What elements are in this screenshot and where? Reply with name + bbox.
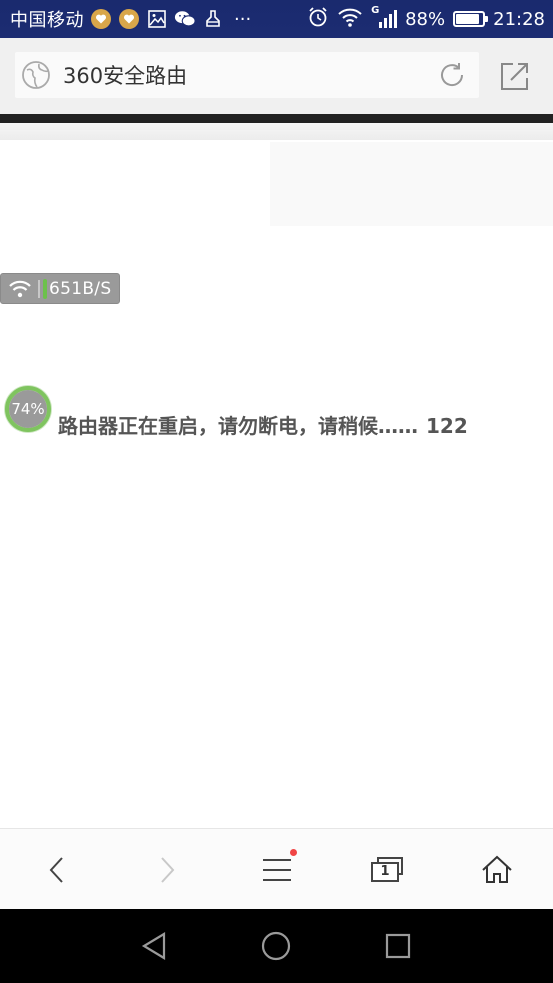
home-icon — [482, 855, 512, 883]
signal-icon: G — [371, 5, 398, 31]
square-recents-icon — [385, 933, 411, 959]
network-type-label: G — [371, 5, 380, 16]
nav-back-button[interactable] — [124, 909, 184, 983]
share-icon[interactable] — [499, 60, 531, 92]
tabs-button[interactable]: 1 — [357, 829, 417, 910]
status-bar: 中国移动 ··· G 88% 21:28 — [0, 0, 553, 38]
home-button[interactable] — [467, 829, 527, 910]
menu-icon — [263, 858, 291, 881]
reboot-countdown: 122 — [426, 414, 468, 438]
heart-badge-icon — [90, 8, 112, 30]
speed-value: 651B/S — [49, 278, 112, 299]
nav-recents-button[interactable] — [368, 909, 428, 983]
address-text[interactable]: 360安全路由 — [63, 60, 187, 90]
alarm-icon — [307, 6, 329, 33]
tabs-icon: 1 — [370, 856, 404, 884]
speed-indicator — [43, 278, 47, 299]
address-bar[interactable]: 360安全路由 — [15, 52, 479, 98]
reload-icon[interactable] — [437, 60, 467, 90]
speed-separator — [38, 279, 40, 298]
header-shadow — [0, 123, 553, 140]
chevron-left-icon — [49, 856, 63, 883]
browser-address-area: 360安全路由 — [0, 38, 553, 114]
menu-button[interactable] — [247, 829, 307, 910]
wifi-icon — [9, 280, 31, 297]
status-left: 中国移动 ··· — [0, 6, 251, 32]
clock: 21:28 — [493, 8, 545, 30]
status-right: G 88% 21:28 — [307, 0, 545, 38]
browser-toolbar: 1 — [0, 828, 553, 909]
reboot-message: 路由器正在重启，请勿断电，请稍候…… 122 — [58, 410, 468, 439]
progress-percent: 74% — [11, 400, 45, 418]
notification-dot — [290, 849, 297, 856]
wechat-icon — [174, 8, 196, 30]
battery-percent: 88% — [405, 8, 446, 30]
battery-level — [456, 14, 479, 24]
tab-count: 1 — [380, 863, 390, 879]
wifi-icon — [337, 6, 363, 33]
image-icon — [146, 8, 168, 30]
reboot-progress-ring: 74% — [3, 384, 53, 434]
heart-badge-icon — [118, 8, 140, 30]
triangle-back-icon — [141, 932, 166, 960]
battery-icon — [453, 11, 489, 27]
chevron-right-icon — [161, 856, 175, 883]
nav-home-button[interactable] — [246, 909, 306, 983]
reboot-message-text: 路由器正在重启，请勿断电，请稍候…… — [58, 414, 418, 438]
cleaner-icon — [202, 8, 224, 30]
carrier-label: 中国移动 — [10, 10, 84, 31]
speed-badge: 651B/S — [0, 273, 120, 304]
forward-button[interactable] — [137, 829, 197, 910]
more-notifications: ··· — [234, 8, 252, 30]
back-button[interactable] — [27, 829, 87, 910]
system-navigation-bar — [0, 909, 553, 983]
content-panel — [270, 142, 553, 226]
globe-icon — [22, 61, 50, 89]
page-header-bar — [0, 114, 553, 123]
circle-home-icon — [261, 931, 291, 961]
